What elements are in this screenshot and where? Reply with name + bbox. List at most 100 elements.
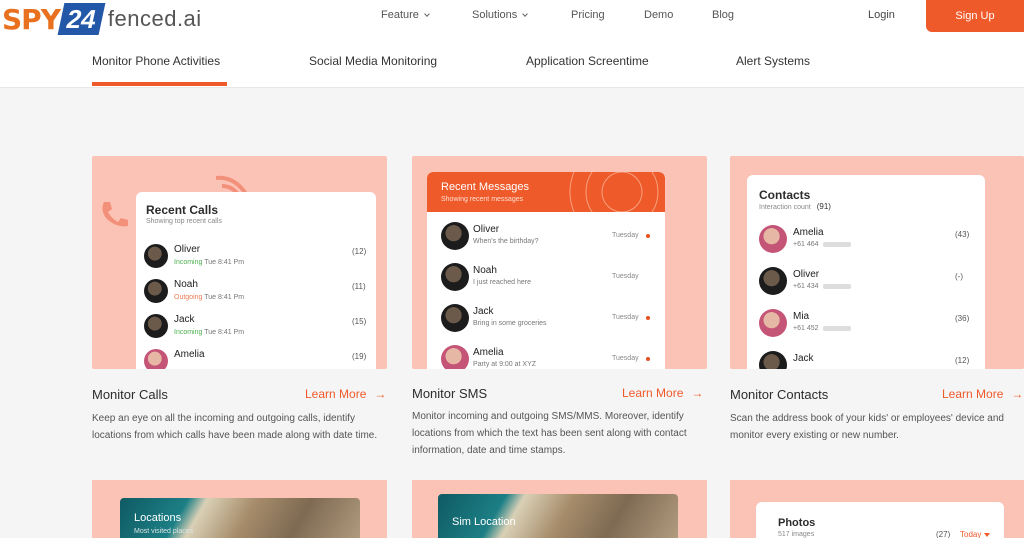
active-tab-indicator (92, 82, 227, 86)
unread-dot (646, 234, 650, 238)
contact-name: Oliver (473, 224, 500, 235)
arrow-right-icon: → (691, 386, 704, 400)
recent-calls-subtitle: Showing top recent calls (146, 218, 222, 225)
locations-title: Locations (134, 512, 182, 524)
nav-pricing[interactable]: Pricing (571, 9, 605, 21)
sim-location-card-image: Sim Location (412, 480, 707, 538)
learn-more-contacts-link[interactable]: Learn More → (942, 387, 1023, 401)
list-item[interactable]: Mia +61 452 (36) (747, 309, 985, 339)
nav-feature[interactable]: Feature (381, 9, 430, 21)
phone-icon (102, 202, 128, 227)
contact-name: Amelia (793, 227, 824, 238)
sim-location-title: Sim Location (452, 516, 516, 528)
chevron-down-icon (522, 10, 529, 17)
redacted-number (822, 283, 851, 289)
list-item[interactable]: Amelia Party at 9:00 at XYZ Tuesday (427, 345, 665, 369)
photos-subtitle: 517 images (778, 531, 815, 538)
locations-map: Locations Most visited places (120, 498, 360, 538)
call-direction: Incoming (174, 259, 203, 266)
contact-name: Jack (174, 314, 195, 325)
message-preview: I just reached here (473, 279, 531, 286)
list-item[interactable]: Oliver Incoming Tue 8:41 Pm (12) (136, 244, 376, 274)
recent-messages-subtitle: Showing recent messages (441, 196, 524, 203)
feature-title-contacts: Monitor Contacts (730, 387, 829, 402)
list-item[interactable]: Noah I just reached here Tuesday (427, 263, 665, 293)
learn-more-label: Learn More (942, 387, 1004, 401)
tab-monitor-phone-activities[interactable]: Monitor Phone Activities (92, 54, 220, 68)
contact-name: Noah (473, 265, 497, 276)
signup-button[interactable]: Sign Up (926, 0, 1024, 32)
locations-subtitle: Most visited places (134, 528, 194, 535)
tab-alert-systems[interactable]: Alert Systems (736, 54, 810, 68)
calls-card-image: Recent Calls Showing top recent calls Ol… (92, 156, 387, 369)
contact-name: Jack (793, 353, 814, 364)
message-preview: When's the birthday? (473, 238, 539, 245)
logo-24: 24 (57, 3, 106, 35)
recent-calls-title: Recent Calls (146, 203, 219, 217)
message-preview: Party at 9:00 at XYZ (473, 361, 537, 368)
photos-card-image: Photos 517 images (27) Today (730, 480, 1024, 538)
feature-title-calls: Monitor Calls (92, 387, 168, 402)
message-preview: Bring in some groceries (473, 320, 547, 327)
avatar (759, 267, 787, 295)
recent-messages-panel: Recent Messages Showing recent messages … (427, 172, 665, 369)
avatar (441, 304, 469, 332)
contact-count: (36) (955, 314, 970, 323)
logo-fenced: fenced.ai (107, 6, 202, 31)
list-item[interactable]: Amelia +61 464 (43) (747, 225, 985, 255)
avatar (144, 349, 168, 369)
interaction-count-total: (91) (816, 202, 831, 211)
tab-application-screentime[interactable]: Application Screentime (526, 54, 649, 68)
feature-desc-contacts: Scan the address book of your kids' or e… (730, 413, 1004, 441)
nav-demo[interactable]: Demo (644, 9, 673, 21)
logo[interactable]: SPY 24 fenced.ai (2, 2, 202, 36)
feature-desc-sms: Monitor incoming and outgoing SMS/MMS. M… (412, 411, 687, 456)
decorative-circles-icon (569, 172, 659, 212)
list-item[interactable]: Noah Outgoing Tue 8:41 Pm (11) (136, 279, 376, 309)
learn-more-label: Learn More (622, 386, 684, 400)
redacted-number (822, 241, 851, 247)
call-time: Tue 8:41 Pm (204, 294, 245, 301)
call-direction: Outgoing (174, 294, 203, 301)
contact-name: Amelia (473, 347, 504, 358)
photos-filter-dropdown[interactable]: Today (960, 530, 991, 538)
nav-blog[interactable]: Blog (712, 9, 734, 21)
top-bar: SPY 24 fenced.ai Feature Solutions Prici… (0, 0, 1024, 40)
list-item[interactable]: Oliver When's the birthday? Tuesday (427, 222, 665, 252)
unread-dot (646, 357, 650, 361)
avatar (144, 244, 168, 268)
call-count: (12) (352, 247, 367, 256)
feature-title-sms: Monitor SMS (412, 386, 488, 401)
contact-name: Amelia (174, 349, 205, 360)
avatar (441, 263, 469, 291)
learn-more-calls-link[interactable]: Learn More → (305, 387, 386, 401)
interaction-count-label: Interaction count (759, 204, 811, 211)
call-count: (11) (352, 282, 366, 291)
avatar (144, 279, 168, 303)
nav-solutions-label: Solutions (472, 9, 518, 21)
login-link[interactable]: Login (868, 9, 895, 21)
list-item[interactable]: Jack Incoming Tue 8:41 Pm (15) (136, 314, 376, 344)
redacted-number (822, 325, 851, 331)
list-item[interactable]: Jack Bring in some groceries Tuesday (427, 304, 665, 334)
list-item[interactable]: Oliver +61 434 (-) (747, 267, 985, 297)
sms-card-image: Recent Messages Showing recent messages … (412, 156, 707, 369)
contacts-panel: Contacts Interaction count (91) Amelia +… (747, 175, 985, 369)
contact-name: Oliver (793, 269, 820, 280)
avatar (441, 345, 469, 369)
contact-count: (-) (955, 272, 963, 281)
nav-solutions[interactable]: Solutions (472, 9, 529, 21)
list-item[interactable]: Amelia (19) (136, 349, 376, 369)
list-item[interactable]: Jack (12) (747, 351, 985, 369)
contact-phone: +61 434 (793, 283, 819, 290)
photos-count: (27) (936, 530, 951, 538)
photos-title: Photos (778, 517, 816, 529)
photos-filter-label: Today (960, 530, 982, 538)
recent-messages-title: Recent Messages (441, 181, 530, 193)
learn-more-sms-link[interactable]: Learn More → (622, 386, 703, 400)
arrow-right-icon: → (374, 387, 387, 401)
tab-social-media-monitoring[interactable]: Social Media Monitoring (309, 54, 437, 68)
call-time: Tue 8:41 Pm (204, 259, 245, 266)
contact-name: Oliver (174, 244, 201, 255)
avatar (759, 225, 787, 253)
